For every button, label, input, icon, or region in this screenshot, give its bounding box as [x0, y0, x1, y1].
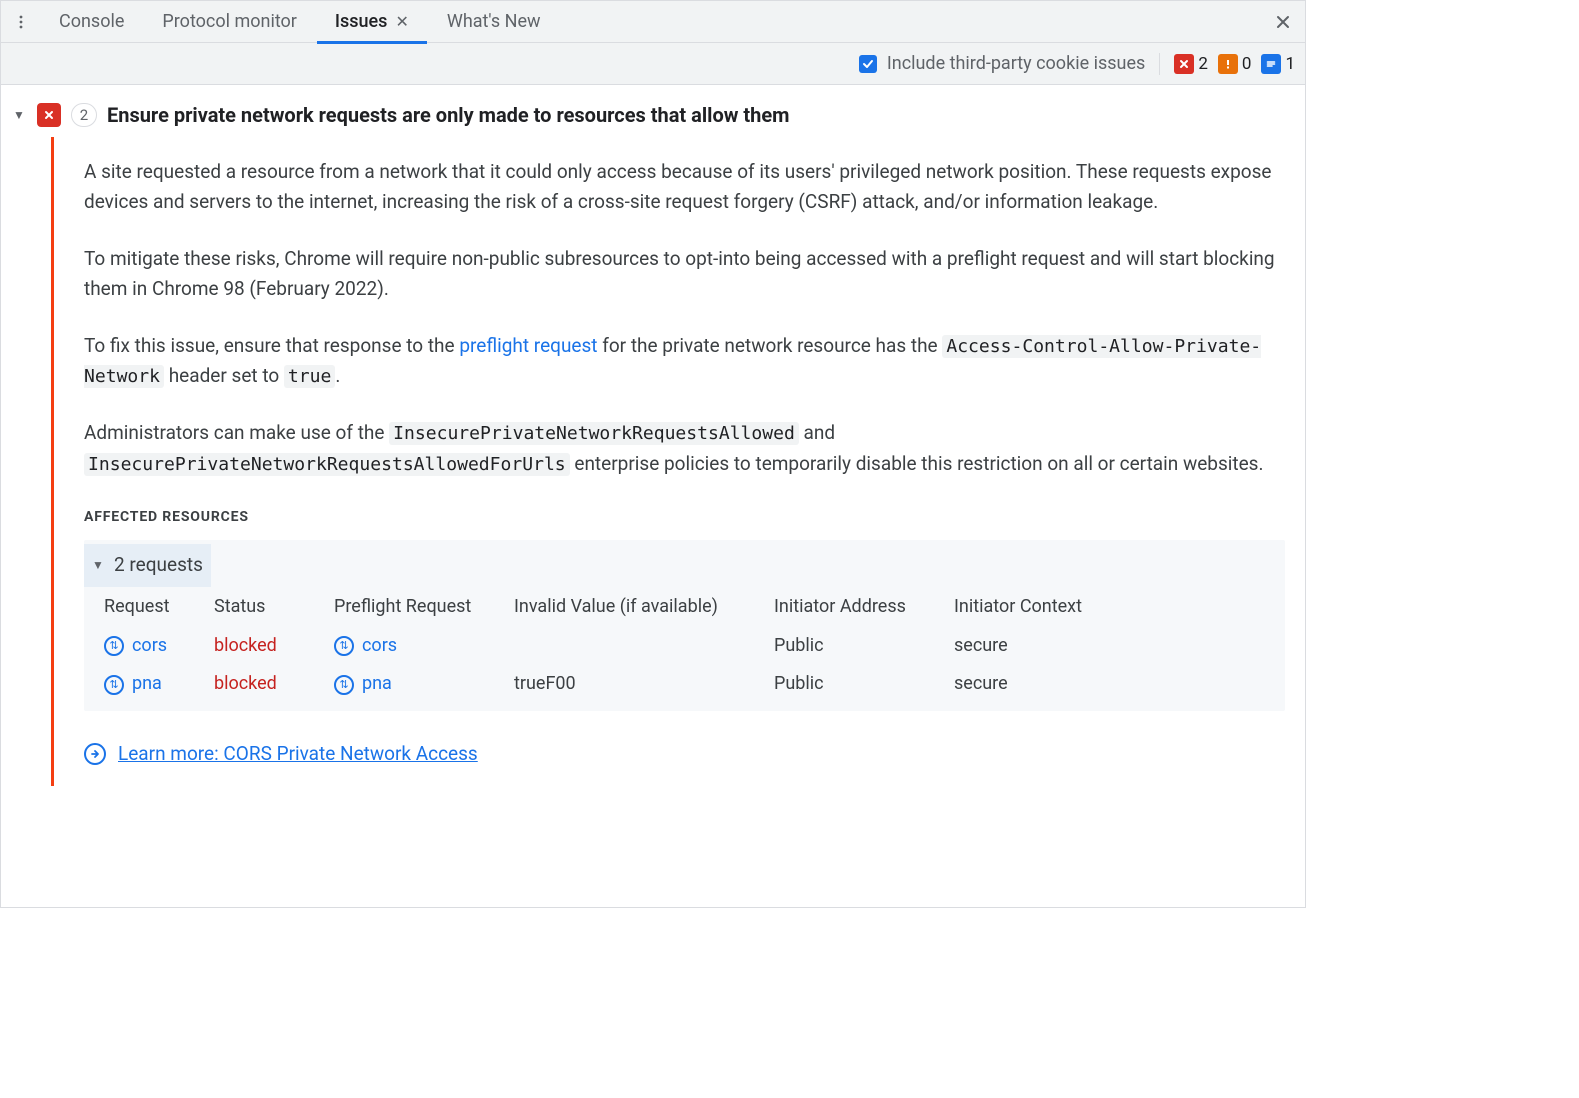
tab-issues[interactable]: Issues ✕ [317, 1, 427, 43]
affected-resources-box: ▼ 2 requests Request Status Preflight Re… [84, 540, 1285, 711]
close-icon [1274, 13, 1292, 31]
devtools-panel: Console Protocol monitor Issues ✕ What's… [0, 0, 1306, 908]
initiator-context-cell: secure [954, 632, 1134, 661]
error-count[interactable]: 2 [1174, 54, 1208, 74]
include-third-party-checkbox[interactable]: Include third-party cookie issues [859, 53, 1145, 74]
col-status: Status [214, 593, 334, 622]
preflight-request-link[interactable]: preflight request [459, 334, 597, 357]
issue-details: A site requested a resource from a netwo… [51, 137, 1295, 786]
tab-label: Console [59, 11, 124, 32]
checkbox-label: Include third-party cookie issues [887, 53, 1145, 74]
error-badge-icon [37, 103, 61, 127]
network-icon: ⇅ [104, 675, 124, 695]
requests-table: Request Status Preflight Request Invalid… [84, 587, 1285, 699]
text-fragment: enterprise policies to temporarily disab… [570, 452, 1264, 475]
initiator-address-cell: Public [774, 670, 954, 699]
warning-count-value: 0 [1242, 54, 1252, 74]
request-name: pna [132, 670, 162, 699]
requests-toggle-label: 2 requests [114, 550, 203, 580]
status-cell: blocked [214, 670, 334, 699]
issue-paragraph: To mitigate these risks, Chrome will req… [84, 244, 1285, 305]
checkbox-checked-icon [859, 55, 877, 73]
text-fragment: header set to [164, 364, 284, 387]
tab-whats-new[interactable]: What's New [429, 1, 559, 43]
error-badge-icon [1174, 54, 1194, 74]
issue-header[interactable]: ▼ 2 Ensure private network requests are … [11, 103, 1295, 127]
request-link[interactable]: ⇅ pna [104, 670, 214, 699]
issue-paragraph: A site requested a resource from a netwo… [84, 157, 1285, 218]
text-fragment: . [335, 364, 340, 387]
col-invalid: Invalid Value (if available) [514, 593, 774, 622]
tab-label: Protocol monitor [162, 11, 297, 32]
request-link[interactable]: ⇅ cors [104, 632, 214, 661]
arrow-right-circle-icon [84, 743, 106, 765]
policy-code: InsecurePrivateNetworkRequestsAllowed [389, 422, 799, 445]
more-tabs-button[interactable] [3, 4, 39, 40]
text-fragment: Administrators can make use of the [84, 421, 389, 444]
tab-console[interactable]: Console [41, 1, 142, 43]
tab-label: Issues [335, 11, 388, 32]
issues-toolbar: Include third-party cookie issues 2 0 1 [1, 43, 1305, 85]
issue-title: Ensure private network requests are only… [107, 103, 790, 127]
col-request: Request [104, 593, 214, 622]
network-icon: ⇅ [334, 636, 354, 656]
issues-body[interactable]: ▼ 2 Ensure private network requests are … [1, 85, 1305, 907]
warning-count[interactable]: 0 [1218, 54, 1252, 74]
preflight-name: cors [362, 632, 397, 661]
close-drawer-button[interactable] [1267, 6, 1299, 38]
close-icon[interactable]: ✕ [395, 14, 408, 30]
status-cell: blocked [214, 632, 334, 661]
initiator-context-cell: secure [954, 670, 1134, 699]
preflight-link[interactable]: ⇅ pna [334, 670, 514, 699]
preflight-name: pna [362, 670, 392, 699]
tab-protocol-monitor[interactable]: Protocol monitor [144, 1, 315, 43]
learn-more-link[interactable]: Learn more: CORS Private Network Access [118, 739, 478, 769]
invalid-value-cell: trueF00 [514, 670, 774, 699]
toolbar-divider [1159, 53, 1160, 75]
tab-label: What's New [447, 11, 541, 32]
issue-paragraph: Administrators can make use of the Insec… [84, 418, 1285, 480]
warning-badge-icon [1218, 54, 1238, 74]
drawer-tabbar: Console Protocol monitor Issues ✕ What's… [1, 1, 1305, 43]
disclosure-triangle-icon: ▼ [13, 108, 27, 122]
preflight-link[interactable]: ⇅ cors [334, 632, 514, 661]
text-fragment: for the private network resource has the [598, 334, 943, 357]
info-count[interactable]: 1 [1261, 54, 1295, 74]
text-fragment: and [799, 421, 835, 444]
issue-paragraph: To fix this issue, ensure that response … [84, 331, 1285, 393]
info-badge-icon [1261, 54, 1281, 74]
affected-resources-label: AFFECTED RESOURCES [84, 506, 1285, 528]
issue-counts: 2 0 1 [1174, 54, 1295, 74]
error-count-value: 2 [1198, 54, 1208, 74]
network-icon: ⇅ [334, 675, 354, 695]
header-value-code: true [284, 365, 335, 388]
col-preflight: Preflight Request [334, 593, 514, 622]
request-name: cors [132, 632, 167, 661]
info-count-value: 1 [1285, 54, 1295, 74]
col-init-addr: Initiator Address [774, 593, 954, 622]
disclosure-triangle-icon: ▼ [92, 556, 106, 575]
initiator-address-cell: Public [774, 632, 954, 661]
learn-more-row: Learn more: CORS Private Network Access [84, 739, 1285, 769]
kebab-icon [13, 14, 29, 30]
text-fragment: To fix this issue, ensure that response … [84, 334, 459, 357]
policy-code: InsecurePrivateNetworkRequestsAllowedFor… [84, 453, 570, 476]
network-icon: ⇅ [104, 636, 124, 656]
issue-count-chip: 2 [71, 103, 97, 127]
requests-toggle[interactable]: ▼ 2 requests [84, 544, 211, 586]
col-init-ctx: Initiator Context [954, 593, 1134, 622]
